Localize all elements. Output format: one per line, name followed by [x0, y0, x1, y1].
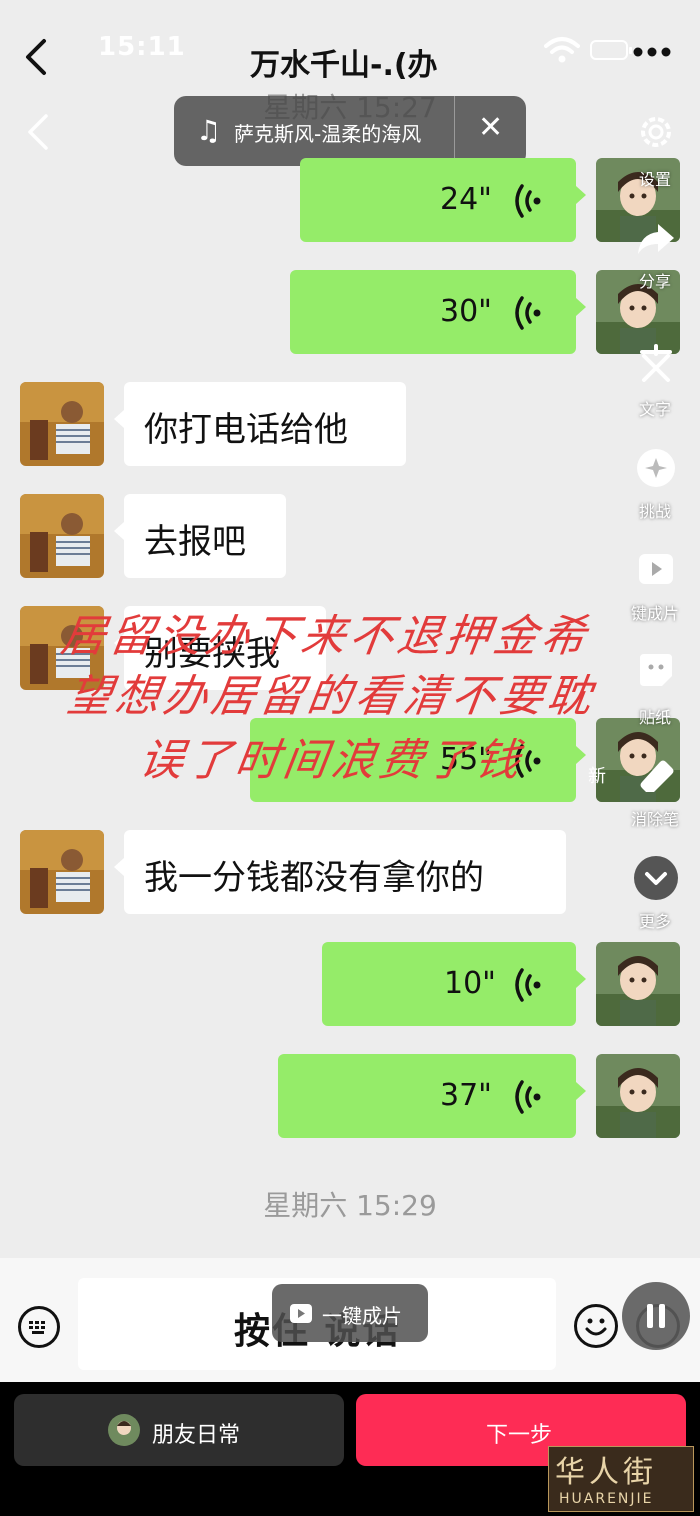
bubble-tail — [114, 858, 124, 876]
challenge-icon[interactable] — [634, 446, 678, 490]
bubble-tail — [576, 746, 586, 764]
text-message-bubble[interactable]: 去报吧 — [124, 494, 286, 578]
close-icon[interactable]: ✕ — [478, 110, 503, 145]
share-icon[interactable] — [636, 220, 676, 256]
voice-wave-icon — [515, 968, 541, 1002]
watermark-logo: 华人街 HUARENJIE — [548, 1446, 694, 1512]
one-click-label: 一键成片 — [322, 1304, 402, 1328]
music-title: 萨克斯风-温柔的海风 — [234, 122, 422, 146]
self-avatar[interactable] — [596, 942, 680, 1026]
tool-label-settings[interactable]: 设置 — [620, 166, 690, 190]
status-time: 15:11 — [98, 32, 186, 62]
tool-label-more[interactable]: 更多 — [620, 908, 690, 932]
voice-message-bubble[interactable]: 37" — [278, 1054, 576, 1138]
friends-daily-label: 朋友日常 — [152, 1423, 241, 1448]
avatar — [108, 1414, 140, 1446]
message-text: 你打电话给他 — [144, 410, 348, 450]
voice-duration: 30" — [440, 294, 492, 329]
sticker-icon[interactable] — [636, 650, 676, 690]
music-note-icon: ♫ — [196, 114, 222, 147]
text-icon[interactable] — [636, 344, 676, 384]
one-click-clip-button[interactable]: 一键成片 — [272, 1284, 428, 1342]
tool-label-challenge[interactable]: 挑战 — [620, 498, 690, 522]
chevron-down-icon[interactable] — [632, 854, 680, 902]
clip-icon[interactable] — [636, 548, 676, 588]
overlay-text-line: 望想办居留的看清不要耽 — [63, 671, 599, 722]
overlay-text-line: 居留没办下来不退押金希 — [57, 611, 593, 662]
message-text: 我一分钱都没有拿你的 — [144, 858, 484, 898]
tool-label-clip[interactable]: 键成片 — [620, 600, 690, 624]
watermark-text: 华人街 — [555, 1455, 657, 1490]
eraser-icon[interactable] — [636, 754, 678, 796]
clip-icon — [290, 1304, 312, 1323]
overlay-text-line: 误了时间浪费了钱 — [135, 735, 527, 786]
voice-duration: 37" — [440, 1078, 492, 1113]
voice-duration: 24" — [440, 182, 492, 217]
gear-icon[interactable] — [636, 112, 676, 152]
text-message-bubble[interactable]: 你打电话给他 — [124, 382, 406, 466]
message-text: 去报吧 — [144, 522, 246, 562]
next-step-label: 下一步 — [486, 1423, 553, 1448]
watermark-subtext: HUARENJIE — [559, 1491, 654, 1507]
chat-title: 万水千山-.(办 — [250, 48, 438, 83]
keyboard-icon[interactable] — [18, 1306, 60, 1348]
voice-message-bubble[interactable]: 24" — [300, 158, 576, 242]
divider — [454, 96, 455, 166]
ellipsis-icon[interactable] — [632, 46, 672, 58]
emoji-icon[interactable] — [574, 1304, 618, 1348]
bubble-tail — [576, 298, 586, 316]
voice-message-bubble[interactable]: 30" — [290, 270, 576, 354]
contact-avatar[interactable] — [20, 382, 104, 466]
voice-wave-icon — [515, 296, 541, 330]
music-pill[interactable]: ♫ 萨克斯风-温柔的海风 ✕ — [174, 96, 526, 166]
bubble-tail — [114, 410, 124, 428]
overlay-partial-text: 新 — [588, 766, 606, 787]
bubble-tail — [114, 522, 124, 540]
bubble-tail — [576, 1082, 586, 1100]
pause-button[interactable] — [622, 1282, 690, 1350]
contact-avatar[interactable] — [20, 830, 104, 914]
editor-back-icon[interactable] — [24, 112, 52, 152]
voice-duration: 10" — [444, 966, 496, 1001]
self-avatar[interactable] — [596, 1054, 680, 1138]
pause-icon — [647, 1304, 665, 1328]
tool-label-text[interactable]: 文字 — [620, 396, 690, 420]
battery-icon — [590, 40, 632, 60]
text-message-bubble[interactable]: 我一分钱都没有拿你的 — [124, 830, 566, 914]
voice-wave-icon — [515, 184, 541, 218]
contact-avatar[interactable] — [20, 494, 104, 578]
tool-label-eraser[interactable]: 消除笔 — [620, 806, 690, 830]
bubble-tail — [576, 186, 586, 204]
tool-label-sticker[interactable]: 贴纸 — [620, 704, 690, 728]
tool-label-share[interactable]: 分享 — [620, 268, 690, 292]
voice-wave-icon — [515, 1080, 541, 1114]
wifi-icon — [544, 37, 580, 63]
back-arrow-icon[interactable] — [22, 38, 52, 76]
bubble-tail — [576, 970, 586, 988]
voice-message-bubble[interactable]: 10" — [322, 942, 576, 1026]
timestamp: 星期六 15:29 — [263, 1189, 437, 1222]
